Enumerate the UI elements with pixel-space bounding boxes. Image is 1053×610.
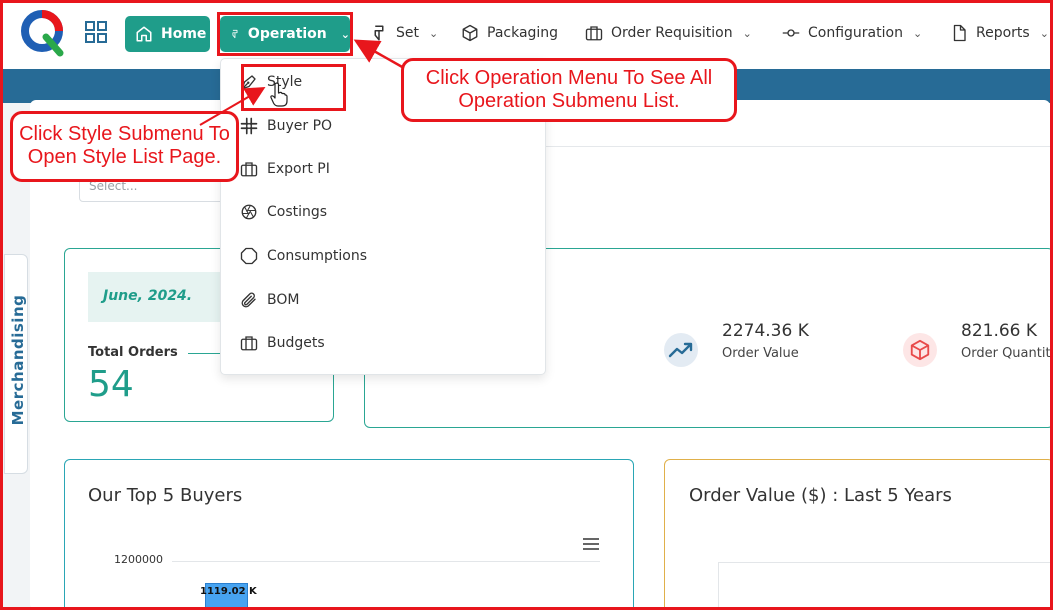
total-orders-label: Total Orders	[88, 345, 178, 360]
menu-item-buyer-po-label: Buyer PO	[267, 118, 333, 134]
file-icon	[953, 24, 966, 42]
aperture-icon	[241, 204, 257, 220]
style-callout-line2: Open Style List Page.	[27, 146, 222, 168]
box-icon	[462, 24, 478, 42]
top-buyers-title: Our Top 5 Buyers	[88, 485, 243, 506]
period-date: June, 2024.	[88, 272, 238, 322]
order-quantity-amount: 821.66 K	[961, 321, 1038, 341]
menu-item-costings[interactable]: Costings	[240, 203, 327, 221]
total-orders-value: 54	[88, 364, 134, 405]
chevron-down-icon: ⌄	[912, 26, 923, 40]
y-axis-tick-label: 1200000	[114, 553, 163, 566]
paperclip-icon	[241, 292, 256, 308]
menu-item-export-pi[interactable]: Export PI	[240, 160, 330, 178]
menu-item-costings-label: Costings	[267, 204, 328, 220]
briefcase-icon	[240, 162, 258, 177]
nav-item-reports[interactable]: Reports ⌄	[950, 24, 1049, 42]
briefcase-icon	[240, 336, 258, 351]
style-highlight-box	[241, 64, 346, 111]
hand-cursor-icon	[270, 82, 288, 107]
style-callout: Click Style Submenu To Open Style List P…	[10, 111, 239, 182]
chart-menu-icon[interactable]	[582, 537, 600, 551]
briefcase-icon	[585, 26, 603, 41]
top-buyers-card	[64, 459, 634, 610]
divider	[545, 146, 1050, 147]
chevron-down-icon: ⌄	[1039, 26, 1049, 40]
bar-data-label: 1119.02 K	[200, 586, 257, 597]
order-quantity-label: Order Quantity	[961, 346, 1053, 361]
nav-item-reports-label: Reports	[976, 25, 1030, 41]
order-value-amount: 2274.36 K	[722, 321, 809, 341]
style-callout-line1: Click Style Submenu To	[19, 123, 230, 145]
menu-item-budgets-label: Budgets	[267, 335, 325, 351]
side-tab-label: Merchandising	[9, 294, 27, 426]
slack-icon	[240, 117, 258, 135]
order-value-chart-area	[718, 562, 1053, 610]
nav-item-packaging-label: Packaging	[487, 25, 559, 41]
menu-item-buyer-po[interactable]: Buyer PO	[240, 117, 332, 135]
order-value-title: Order Value ($) : Last 5 Years	[689, 485, 952, 506]
menu-item-consumptions[interactable]: Consumptions	[240, 247, 367, 265]
nav-item-order-requisition-label: Order Requisition	[611, 25, 733, 41]
nav-item-configuration-label: Configuration	[808, 25, 903, 41]
octagon-icon	[240, 247, 258, 265]
figma-icon	[374, 25, 384, 41]
home-icon	[136, 26, 152, 42]
merchandising-side-tab[interactable]: Merchandising	[4, 254, 28, 474]
chevron-down-icon: ⌄	[429, 26, 439, 40]
home-label: Home	[161, 26, 207, 42]
nav-item-packaging[interactable]: Packaging	[461, 24, 558, 42]
operation-highlight-box	[217, 12, 353, 56]
nav-item-order-requisition[interactable]: Order Requisition ⌄	[585, 24, 752, 42]
menu-item-bom[interactable]: BOM	[240, 291, 299, 309]
app-logo[interactable]	[20, 7, 66, 57]
chevron-down-icon: ⌄	[742, 26, 752, 40]
home-button[interactable]: Home	[125, 16, 210, 52]
chart-gridline	[172, 561, 600, 562]
menu-item-budgets[interactable]: Budgets	[240, 334, 325, 352]
menu-item-consumptions-label: Consumptions	[267, 248, 368, 264]
box-icon	[903, 333, 937, 367]
nav-item-set-label: Set	[396, 25, 419, 41]
operation-callout-line2: Operation Submenu List.	[458, 90, 680, 112]
nav-item-configuration[interactable]: Configuration ⌄	[782, 24, 922, 42]
git-commit-icon	[782, 29, 800, 37]
operation-callout: Click Operation Menu To See All Operatio…	[401, 58, 737, 122]
menu-item-export-pi-label: Export PI	[267, 161, 330, 177]
menu-item-bom-label: BOM	[267, 292, 300, 308]
nav-item-set[interactable]: Set ⌄	[370, 24, 438, 42]
operation-callout-line1: Click Operation Menu To See All	[425, 67, 713, 89]
order-value-label: Order Value	[722, 346, 799, 361]
trending-up-icon	[664, 333, 698, 367]
apps-grid-icon[interactable]	[84, 20, 108, 44]
